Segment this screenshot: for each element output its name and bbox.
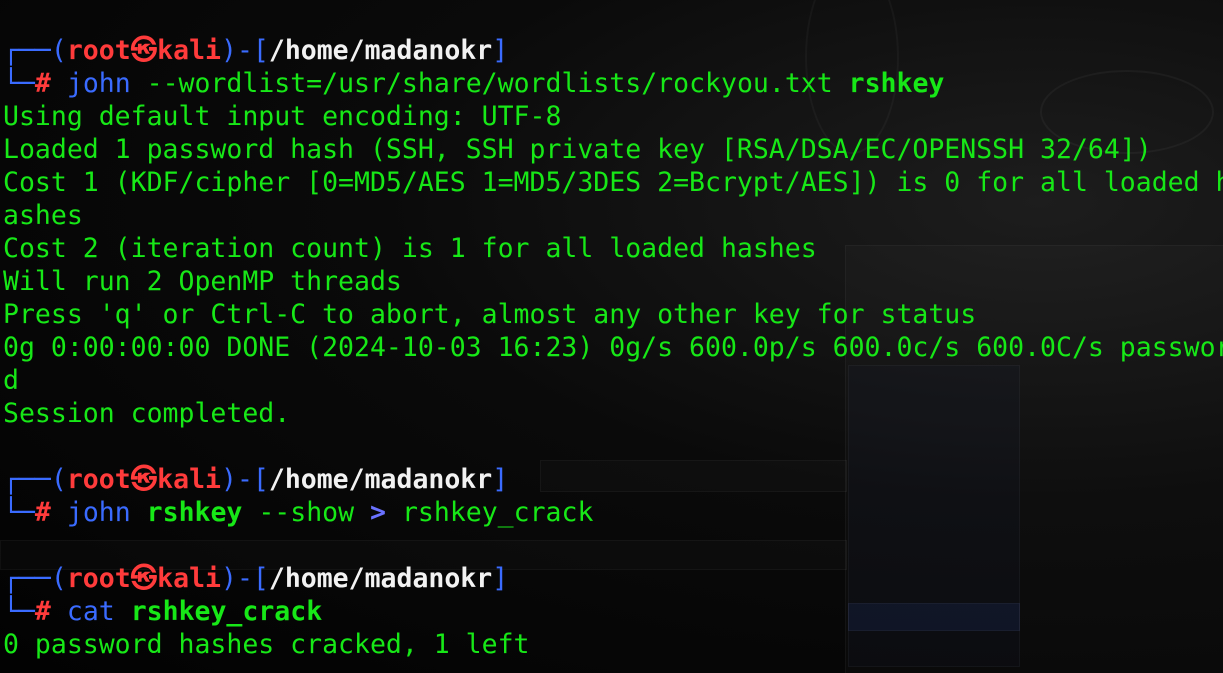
output-line: 0 password hashes cracked, 1 left bbox=[3, 629, 530, 660]
prompt-host: kali bbox=[157, 563, 221, 594]
prompt-end: ] bbox=[492, 35, 509, 66]
prompt-host: kali bbox=[157, 35, 221, 66]
command-line: └─# cat rshkey_crack bbox=[3, 595, 1223, 628]
output-line: Will run 2 OpenMP threads bbox=[3, 266, 402, 297]
output-line: Cost 2 (iteration count) is 1 for all lo… bbox=[3, 233, 817, 264]
prompt-path: /home/madanokr bbox=[268, 35, 493, 66]
prompt-separator: )-[ bbox=[220, 563, 269, 594]
output-line: Loaded 1 password hash (SSH, SSH private… bbox=[3, 134, 1152, 165]
prompt-hash: # bbox=[34, 68, 51, 99]
command-line: └─# john rshkey --show > rshkey_crack bbox=[3, 496, 1223, 529]
terminal-output: ┌──(root㉿kali)-[/home/madanokr] └─# john… bbox=[3, 34, 1223, 661]
command-target: rshkey bbox=[146, 497, 243, 528]
output-line: Session completed. bbox=[3, 398, 291, 429]
prompt-corner-bottom: └─ bbox=[3, 596, 35, 627]
terminal-window[interactable]: ┌──(root㉿kali)-[/home/madanokr] └─# john… bbox=[0, 0, 1223, 673]
prompt-hash: # bbox=[34, 596, 51, 627]
prompt-corner: ┌──( bbox=[3, 464, 67, 495]
kali-symbol-icon: ㉿ bbox=[130, 563, 158, 594]
prompt-path: /home/madanokr bbox=[268, 464, 493, 495]
command-target: rshkey bbox=[848, 68, 945, 99]
prompt-user: root bbox=[66, 35, 131, 66]
command-target: rshkey_crack bbox=[130, 596, 323, 627]
prompt-corner: ┌──( bbox=[3, 563, 67, 594]
prompt-hash: # bbox=[34, 497, 51, 528]
redirect-operator: > bbox=[370, 497, 386, 528]
prompt-corner-bottom: └─ bbox=[3, 497, 35, 528]
output-line: ashes bbox=[3, 200, 83, 231]
prompt-separator: )-[ bbox=[220, 464, 269, 495]
output-line: d bbox=[3, 365, 19, 396]
prompt-line: ┌──(root㉿kali)-[/home/madanokr] bbox=[3, 562, 1223, 595]
prompt-corner: ┌──( bbox=[3, 35, 67, 66]
command-args: --wordlist=/usr/share/wordlists/rockyou.… bbox=[130, 68, 849, 99]
kali-symbol-icon: ㉿ bbox=[130, 464, 158, 495]
prompt-user: root bbox=[66, 464, 131, 495]
prompt-user: root bbox=[66, 563, 131, 594]
output-line: Press 'q' or Ctrl-C to abort, almost any… bbox=[3, 299, 977, 330]
prompt-path: /home/madanokr bbox=[268, 563, 493, 594]
prompt-corner-bottom: └─ bbox=[3, 68, 35, 99]
output-line: 0g 0:00:00:00 DONE (2024-10-03 16:23) 0g… bbox=[3, 332, 1223, 363]
prompt-end: ] bbox=[492, 464, 509, 495]
prompt-line: ┌──(root㉿kali)-[/home/madanokr] bbox=[3, 463, 1223, 496]
prompt-end: ] bbox=[492, 563, 509, 594]
output-line: Cost 1 (KDF/cipher [0=MD5/AES 1=MD5/3DES… bbox=[3, 167, 1223, 198]
kali-symbol-icon: ㉿ bbox=[130, 35, 158, 66]
command-name: john bbox=[66, 68, 131, 99]
command-outfile: rshkey_crack bbox=[386, 497, 594, 528]
command-flag: --show bbox=[242, 497, 371, 528]
command-name: cat bbox=[66, 596, 115, 627]
output-line: Using default input encoding: UTF-8 bbox=[3, 101, 562, 132]
prompt-separator: )-[ bbox=[220, 35, 269, 66]
command-name: john bbox=[66, 497, 131, 528]
command-line: └─# john --wordlist=/usr/share/wordlists… bbox=[3, 67, 1223, 100]
prompt-line: ┌──(root㉿kali)-[/home/madanokr] bbox=[3, 34, 1223, 67]
prompt-host: kali bbox=[157, 464, 221, 495]
